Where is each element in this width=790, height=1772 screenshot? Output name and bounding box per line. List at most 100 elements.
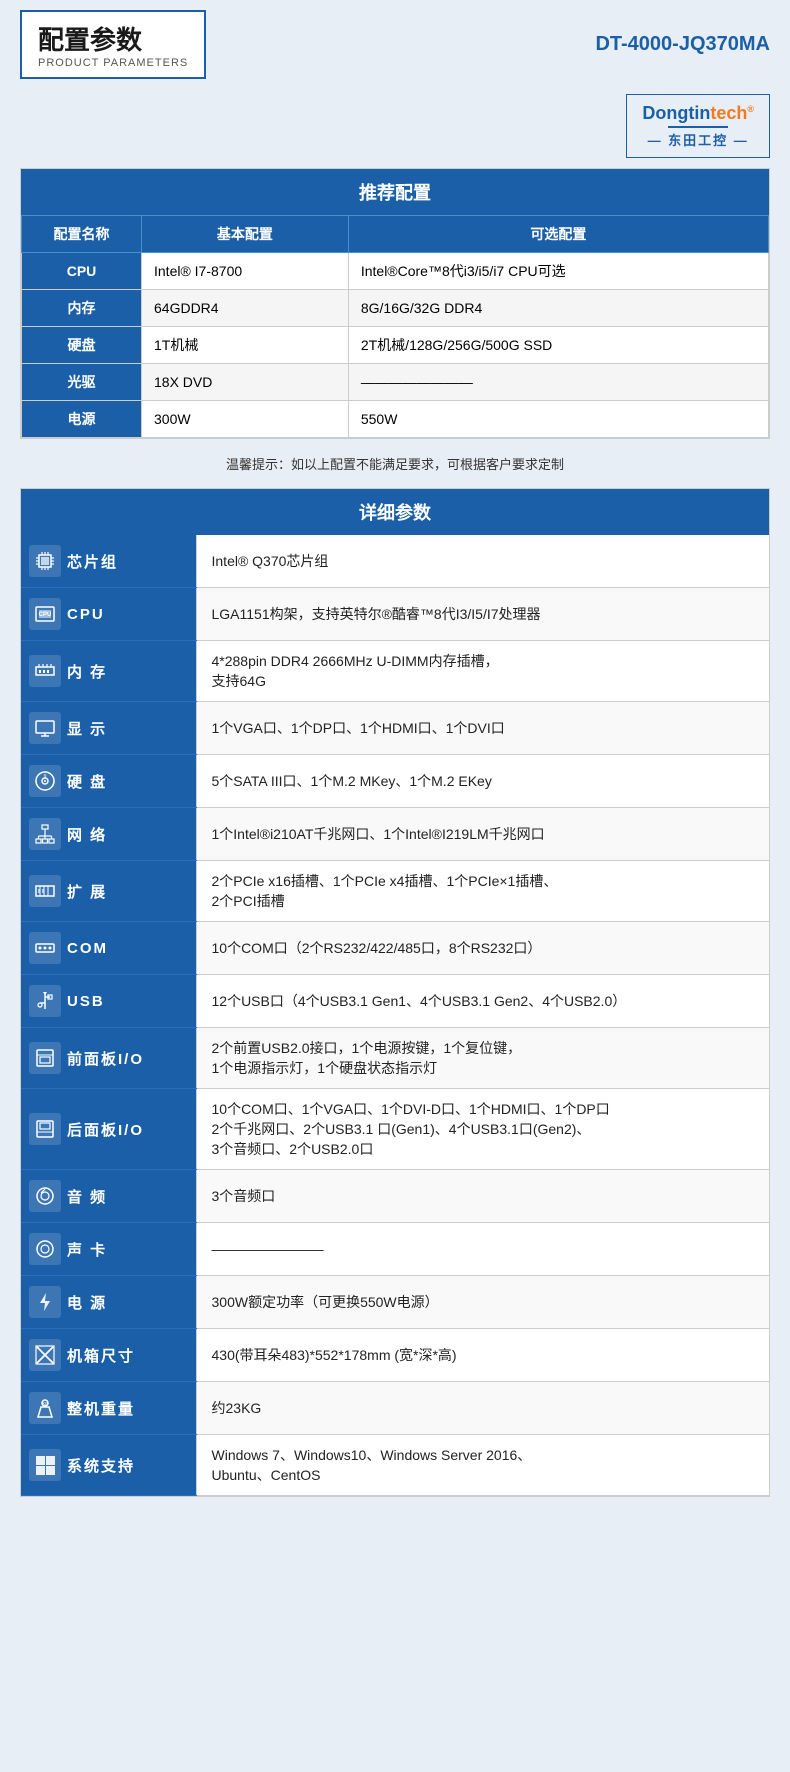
label-inner: 芯片组 — [29, 545, 188, 577]
detail-row: COM 10个COM口（2个RS232/422/485口，8个RS232口） — [21, 922, 769, 975]
detail-row: CPU CPU LGA1151构架，支持英特尔®酷睿™8代I3/I5/I7处理器 — [21, 588, 769, 641]
title-en: PRODUCT PARAMETERS — [38, 57, 188, 69]
detail-row: 机箱尺寸 430(带耳朵483)*552*178mm (宽*深*高) — [21, 1329, 769, 1382]
detail-label-cell: 9 硬 盘 — [21, 755, 196, 808]
row-icon — [29, 1042, 61, 1074]
logo-area: Dongtintech® — 东田工控 — — [0, 89, 790, 168]
detail-row: 系统支持 Windows 7、Windows10、Windows Server … — [21, 1435, 769, 1496]
svg-text:9: 9 — [44, 774, 47, 780]
detail-value-cell: 4*288pin DDR4 2666MHz U-DIMM内存插槽，支持64G — [196, 641, 769, 702]
row-icon — [29, 932, 61, 964]
label-inner: 前面板I/O — [29, 1042, 188, 1074]
svg-text:kg: kg — [42, 1401, 48, 1407]
label-inner: 机箱尺寸 — [29, 1339, 188, 1371]
row-name: 光驱 — [22, 364, 142, 401]
svg-text:CPU: CPU — [39, 612, 52, 618]
row-label: 整机重量 — [67, 1398, 135, 1419]
row-name: CPU — [22, 253, 142, 290]
row-icon — [29, 1113, 61, 1145]
logo-brand: Dongtintech® — [642, 103, 754, 124]
detail-value-cell: Intel® Q370芯片组 — [196, 535, 769, 588]
row-icon — [29, 1180, 61, 1212]
row-label: 音 频 — [67, 1186, 107, 1207]
detail-section-title: 详细参数 — [21, 489, 769, 535]
notice-text: 如以上配置不能满足要求，可根据客户要求定制 — [291, 457, 564, 472]
label-inner: 扩 展 — [29, 875, 188, 907]
label-inner: 电 源 — [29, 1286, 188, 1318]
row-label: COM — [67, 940, 108, 957]
row-icon — [29, 545, 61, 577]
reg-symbol: ® — [747, 104, 754, 114]
detail-table: 芯片组 Intel® Q370芯片组 CPU CPU LGA1151构架，支持英… — [21, 535, 769, 1496]
detail-value-cell: LGA1151构架，支持英特尔®酷睿™8代I3/I5/I7处理器 — [196, 588, 769, 641]
detail-label-cell: 声 卡 — [21, 1223, 196, 1276]
detail-row: USB 12个USB口（4个USB3.1 Gen1、4个USB3.1 Gen2、… — [21, 975, 769, 1028]
row-label: 扩 展 — [67, 881, 107, 902]
detail-label-cell: 内 存 — [21, 641, 196, 702]
row-icon: CPU — [29, 598, 61, 630]
logo-container: Dongtintech® — 东田工控 — — [626, 94, 770, 158]
recommended-section: 推荐配置 配置名称 基本配置 可选配置 CPU Intel® I7-8700 I… — [20, 168, 770, 439]
row-basic: 64GDDR4 — [142, 290, 349, 327]
row-icon — [29, 1449, 61, 1481]
table-row: 电源 300W 550W — [22, 401, 769, 438]
col-header-name: 配置名称 — [22, 216, 142, 253]
label-inner: 9 硬 盘 — [29, 765, 188, 797]
detail-label-cell: 芯片组 — [21, 535, 196, 588]
row-label: 硬 盘 — [67, 771, 107, 792]
logo-dash — [668, 126, 728, 128]
row-name: 硬盘 — [22, 327, 142, 364]
model-number: DT-4000-JQ370MA — [595, 33, 770, 56]
row-icon — [29, 655, 61, 687]
col-header-optional: 可选配置 — [348, 216, 768, 253]
notice-prefix: 温馨提示： — [226, 457, 291, 472]
row-optional: Intel®Core™8代i3/i5/i7 CPU可选 — [348, 253, 768, 290]
col-header-basic: 基本配置 — [142, 216, 349, 253]
row-icon — [29, 1233, 61, 1265]
table-header-row: 配置名称 基本配置 可选配置 — [22, 216, 769, 253]
row-basic: 1T机械 — [142, 327, 349, 364]
label-inner: 内 存 — [29, 655, 188, 687]
detail-label-cell: 网 络 — [21, 808, 196, 861]
label-inner: 音 频 — [29, 1180, 188, 1212]
detail-row: 显 示 1个VGA口、1个DP口、1个HDMI口、1个DVI口 — [21, 702, 769, 755]
detail-row: kg 整机重量 约23KG — [21, 1382, 769, 1435]
detail-row: 声 卡 ———————— — [21, 1223, 769, 1276]
row-label: 机箱尺寸 — [67, 1345, 135, 1366]
row-icon — [29, 1286, 61, 1318]
detail-label-cell: 机箱尺寸 — [21, 1329, 196, 1382]
row-optional: 8G/16G/32G DDR4 — [348, 290, 768, 327]
detail-value-cell: Windows 7、Windows10、Windows Server 2016、… — [196, 1435, 769, 1496]
row-optional: ———————— — [348, 364, 768, 401]
detail-value-cell: 12个USB口（4个USB3.1 Gen1、4个USB3.1 Gen2、4个US… — [196, 975, 769, 1028]
table-row: 硬盘 1T机械 2T机械/128G/256G/500G SSD — [22, 327, 769, 364]
detail-value-cell: 10个COM口、1个VGA口、1个DVI-D口、1个HDMI口、1个DP口2个千… — [196, 1089, 769, 1170]
title-zh: 配置参数 — [38, 20, 188, 57]
row-basic: 300W — [142, 401, 349, 438]
row-label: 内 存 — [67, 661, 107, 682]
row-label: 后面板I/O — [67, 1119, 144, 1140]
table-row: 内存 64GDDR4 8G/16G/32G DDR4 — [22, 290, 769, 327]
detail-label-cell: CPU CPU — [21, 588, 196, 641]
detail-row: 网 络 1个Intel®i210AT千兆网口、1个Intel®I219LM千兆网… — [21, 808, 769, 861]
page-header: 配置参数 PRODUCT PARAMETERS DT-4000-JQ370MA — [0, 0, 790, 89]
notice: 温馨提示：如以上配置不能满足要求，可根据客户要求定制 — [20, 454, 770, 473]
detail-label-cell: 音 频 — [21, 1170, 196, 1223]
detail-label-cell: 显 示 — [21, 702, 196, 755]
row-basic: Intel® I7-8700 — [142, 253, 349, 290]
detail-label-cell: USB — [21, 975, 196, 1028]
row-optional: 2T机械/128G/256G/500G SSD — [348, 327, 768, 364]
table-row: CPU Intel® I7-8700 Intel®Core™8代i3/i5/i7… — [22, 253, 769, 290]
detail-label-cell: COM — [21, 922, 196, 975]
detail-value-cell: 10个COM口（2个RS232/422/485口，8个RS232口） — [196, 922, 769, 975]
detail-row: 电 源 300W额定功率（可更换550W电源） — [21, 1276, 769, 1329]
label-inner: 显 示 — [29, 712, 188, 744]
row-label: 前面板I/O — [67, 1048, 144, 1069]
detail-value-cell: ———————— — [196, 1223, 769, 1276]
row-name: 电源 — [22, 401, 142, 438]
row-label: 网 络 — [67, 824, 107, 845]
label-inner: USB — [29, 985, 188, 1017]
label-inner: 网 络 — [29, 818, 188, 850]
detail-value-cell: 3个音频口 — [196, 1170, 769, 1223]
label-inner: 后面板I/O — [29, 1113, 188, 1145]
